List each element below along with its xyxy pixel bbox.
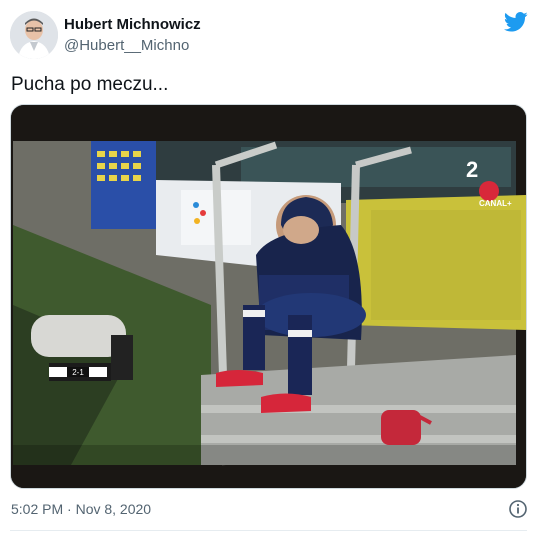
author-handle[interactable]: @Hubert__Michno — [64, 37, 189, 54]
tweet-media-photo[interactable]: 2-1 2 CANAL+ — [10, 104, 527, 489]
author-name[interactable]: Hubert Michnowicz — [64, 16, 201, 33]
scoreboard-score: 2-1 — [72, 368, 84, 377]
info-icon[interactable] — [508, 499, 528, 519]
channel-number: 2 — [466, 157, 478, 182]
channel-logo: CANAL+ — [479, 199, 512, 208]
author-avatar[interactable] — [10, 11, 58, 59]
tweet-timestamp[interactable]: 5:02 PM · Nov 8, 2020 — [11, 501, 151, 517]
tweet-card: Hubert Michnowicz @Hubert__Michno Pucha … — [0, 0, 545, 534]
tweet-text: Pucha po meczu... — [11, 74, 169, 95]
twitter-bird-icon[interactable] — [503, 12, 528, 32]
divider — [10, 530, 527, 531]
